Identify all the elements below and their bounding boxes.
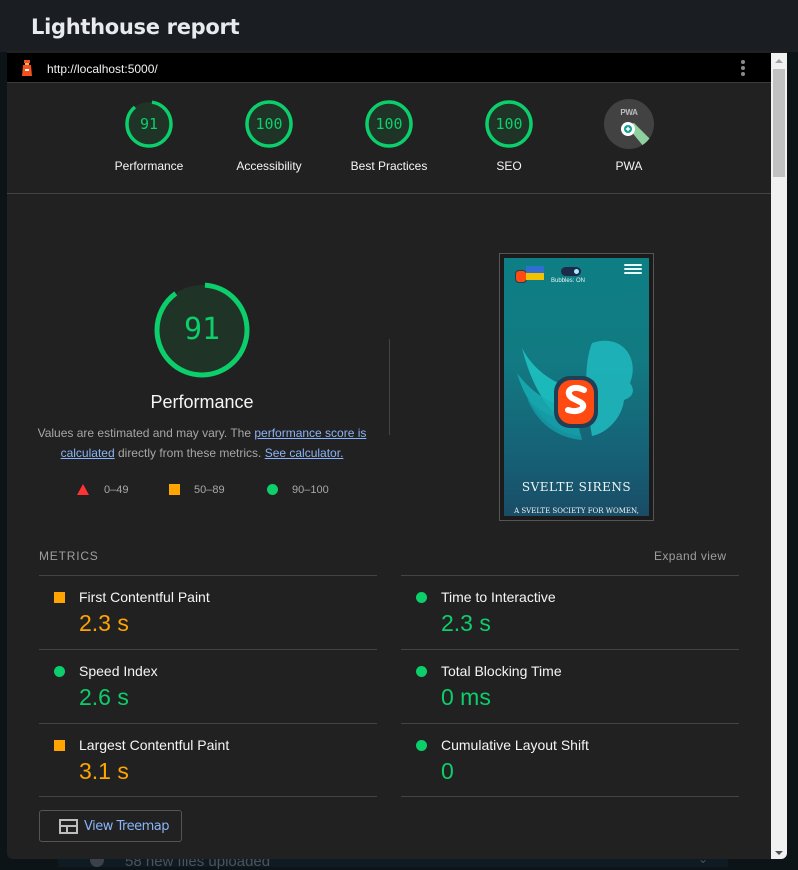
pass-circle-icon — [54, 666, 65, 677]
final-screenshot[interactable]: Bubbles: ON SVELTE SIRENS A SVELTE SOCIE… — [499, 253, 654, 521]
metric-name: Largest Contentful Paint — [79, 737, 230, 753]
expand-view-toggle[interactable]: Expand view — [654, 549, 726, 563]
circle-icon — [267, 484, 278, 495]
see-calculator-link[interactable]: See calculator. — [265, 446, 344, 460]
metric-name: Total Blocking Time — [441, 663, 562, 679]
metric-value: 0 ms — [441, 684, 491, 710]
gauge-best-practices: 100 — [364, 99, 414, 149]
triangle-icon — [77, 484, 89, 495]
score-label: Performance — [114, 159, 184, 173]
score-value: 100 — [255, 115, 283, 133]
scroll-down-arrow-icon[interactable] — [775, 851, 783, 855]
brand-tagline: A SVELTE SOCIETY FOR WOMEN, — [514, 507, 639, 515]
score-seo[interactable]: 100 SEO — [449, 99, 569, 173]
metric-name: Cumulative Layout Shift — [441, 737, 589, 753]
divider — [401, 796, 739, 797]
metric-name: Time to Interactive — [441, 589, 556, 605]
bubbles-label: Bubbles: ON — [551, 278, 586, 284]
metric-name: Speed Index — [79, 663, 158, 679]
average-square-icon — [54, 592, 65, 603]
performance-score: 91 — [183, 312, 221, 347]
score-legend: 0–49 50–89 90–100 — [77, 483, 377, 499]
pass-circle-icon — [416, 740, 427, 751]
metric-total-blocking-time: Total Blocking Time 0 ms — [401, 649, 739, 723]
score-label: Best Practices — [350, 159, 428, 173]
average-square-icon — [54, 740, 65, 751]
legend-range: 50–89 — [194, 484, 225, 496]
score-label: Accessibility — [236, 159, 302, 173]
metric-cumulative-layout-shift: Cumulative Layout Shift 0 — [401, 723, 739, 797]
score-value: 100 — [495, 115, 523, 133]
gauge-performance: 91 — [124, 99, 174, 149]
scroll-thumb[interactable] — [773, 69, 785, 177]
ukraine-flag-icon — [526, 266, 544, 280]
description-text: Values are estimated and may vary. The — [37, 426, 255, 440]
brand-name: SVELTE SIRENS — [521, 480, 632, 494]
report-url: http://localhost:5000/ — [47, 62, 158, 76]
metric-value: 2.3 s — [441, 610, 491, 636]
page-title: Lighthouse report — [31, 15, 240, 39]
metric-name: First Contentful Paint — [79, 589, 210, 605]
performance-gauge: 91 — [152, 280, 252, 380]
score-label: SEO — [496, 159, 522, 173]
more-options-icon[interactable] — [740, 60, 746, 78]
divider — [389, 339, 390, 435]
pass-circle-icon — [416, 666, 427, 677]
scrollbar[interactable] — [771, 53, 787, 859]
description-text: directly from these metrics. — [114, 446, 265, 460]
score-pwa[interactable]: PWA PWA — [569, 99, 689, 173]
divider — [39, 796, 377, 797]
gauge-seo: 100 — [484, 99, 534, 149]
menu-waves-icon — [624, 264, 642, 278]
metric-first-contentful-paint: First Contentful Paint 2.3 s — [39, 575, 377, 649]
svelte-sirens-logo-icon — [517, 340, 633, 440]
score-best-practices[interactable]: 100 Best Practices — [329, 99, 449, 173]
metric-value: 2.3 s — [79, 610, 129, 636]
legend-fail: 0–49 — [77, 484, 128, 496]
report-frame: http://localhost:5000/ 91 Performance 10… — [7, 51, 787, 859]
score-value: 91 — [139, 115, 159, 133]
gauge-accessibility: 100 — [244, 99, 294, 149]
bubbles-toggle — [561, 267, 581, 276]
page-header: Lighthouse report — [0, 0, 798, 52]
score-label: PWA — [615, 159, 643, 173]
metric-time-to-interactive: Time to Interactive 2.3 s — [401, 575, 739, 649]
pass-circle-icon — [416, 592, 427, 603]
legend-pass: 90–100 — [267, 484, 329, 496]
score-accessibility[interactable]: 100 Accessibility — [209, 99, 329, 173]
metric-value: 0 — [441, 758, 454, 784]
square-icon — [169, 484, 180, 495]
lighthouse-icon — [22, 60, 32, 76]
performance-description: Values are estimated and may vary. The p… — [37, 423, 367, 463]
report-topbar: http://localhost:5000/ — [7, 53, 771, 83]
view-treemap-button[interactable]: View Treemap — [39, 810, 182, 842]
metrics-header: METRICS — [39, 549, 99, 563]
score-summary: 91 Performance 100 Accessibility 100 Bes… — [7, 84, 771, 194]
metric-speed-index: Speed Index 2.6 s — [39, 649, 377, 723]
performance-title: Performance — [150, 392, 254, 412]
legend-range: 0–49 — [104, 484, 129, 496]
score-value: 100 — [375, 115, 403, 133]
legend-average: 50–89 — [169, 484, 225, 496]
legend-range: 90–100 — [292, 484, 329, 496]
screenshot-image: Bubbles: ON SVELTE SIRENS A SVELTE SOCIE… — [504, 258, 649, 516]
score-performance[interactable]: 91 Performance — [89, 99, 209, 173]
metric-largest-contentful-paint: Largest Contentful Paint 3.1 s — [39, 723, 377, 797]
view-treemap-label: View Treemap — [84, 819, 169, 834]
scroll-up-arrow-icon[interactable] — [775, 59, 783, 63]
pwa-badge-icon: PWA — [604, 99, 654, 149]
metric-value: 3.1 s — [79, 758, 129, 784]
treemap-icon — [59, 819, 78, 834]
metric-value: 2.6 s — [79, 684, 129, 710]
